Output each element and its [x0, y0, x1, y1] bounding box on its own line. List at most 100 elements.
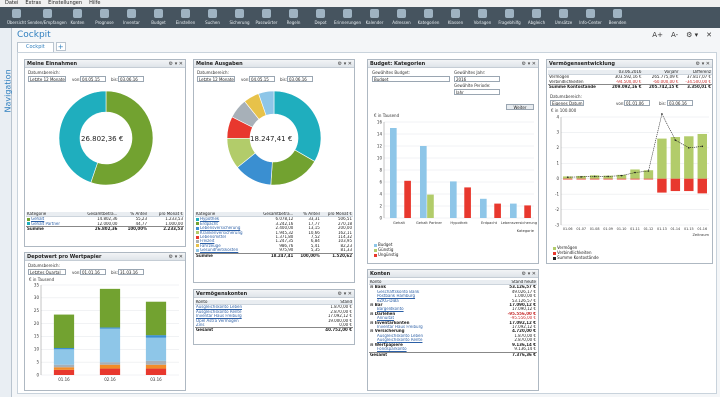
y-tick-label: 35 — [34, 282, 40, 287]
sum-value: 7.376,36 € — [477, 351, 537, 357]
toolbar-sync-button[interactable]: Abgleich — [523, 7, 550, 28]
toolbar-info-center-button[interactable]: Info-Center — [577, 7, 604, 28]
toolbar-depot-button[interactable]: Depot — [307, 7, 334, 28]
toolbar-rules-button[interactable]: Regeln — [280, 7, 307, 28]
font-smaller-button[interactable]: A- — [671, 31, 678, 39]
sum-label: Gesamt — [369, 351, 478, 357]
menu-extras[interactable]: Extras — [25, 0, 41, 7]
category-name[interactable]: Freizeit — [200, 239, 214, 243]
from-date-input[interactable]: 04.05.15 — [80, 76, 106, 82]
menu-einstellungen[interactable]: Einstellungen — [48, 0, 82, 7]
toolbar-templates-button[interactable]: Vorlagen — [469, 7, 496, 28]
toolbar-search-button[interactable]: Suchen — [199, 7, 226, 28]
toolbar-label: Umsätze — [554, 20, 573, 25]
toolbar-question-button[interactable]: Fragebhilfg — [496, 7, 523, 28]
y-tick-label: 3 — [556, 130, 559, 135]
toolbar-forecast-button[interactable]: Prognose — [91, 7, 118, 28]
font-larger-button[interactable]: A+ — [652, 31, 663, 39]
category-name[interactable]: Hypothek — [200, 217, 219, 222]
from-date-input[interactable]: 04.05.15 — [249, 76, 275, 82]
range-select[interactable]: Eigenes Datum — [550, 100, 584, 106]
y-tick-label: 10 — [34, 347, 40, 352]
toolbar-categories-button[interactable]: Kategorien — [415, 7, 442, 28]
toolbar-label: Inventar — [123, 20, 140, 25]
panel-controls[interactable]: ⚙ ▾ ✕ — [169, 253, 183, 261]
line-point — [580, 176, 582, 178]
sum-per-month: 2.233,53 — [148, 226, 184, 232]
vermoegenskonten-table: Konto Stand Ausgleichskonto Leben 1.870,00 … — [195, 300, 353, 333]
range-select[interactable]: Letzte 12 Monate — [28, 76, 66, 82]
panel-title: Konten — [370, 271, 391, 277]
toolbar-password-button[interactable]: Passwörter — [253, 7, 280, 28]
add-tab-button[interactable]: + — [55, 42, 66, 51]
close-button[interactable]: ✕ — [706, 31, 712, 39]
year-select[interactable]: 2016 — [454, 76, 500, 82]
panel-header: Meine Ausgaben ⚙ ▾ ✕ — [194, 60, 354, 68]
toolbar-calendar-button[interactable]: Kalender — [361, 7, 388, 28]
toolbar-settings-button[interactable]: Einstellen — [172, 7, 199, 28]
legend-item: Ungünstig — [374, 252, 398, 257]
tab-cockpit[interactable]: Cockpit — [17, 42, 54, 52]
panel-controls[interactable]: ⚙ ▾ ✕ — [338, 290, 352, 298]
panel-controls[interactable]: ⚙ ▾ ✕ — [696, 60, 710, 68]
toolbar-reminders-button[interactable]: Erinnerungen — [334, 7, 361, 28]
menu-hilfe[interactable]: Hilfe — [89, 0, 100, 7]
to-date-input[interactable]: 03.06.16 — [667, 100, 693, 106]
category-name[interactable]: Krankenversicherung — [200, 231, 243, 235]
y-tick-label: 20 — [34, 321, 40, 326]
period-select[interactable]: Jahr — [454, 89, 500, 95]
panel-controls[interactable]: ⚙ ▾ ✕ — [338, 60, 352, 68]
stacked-bar-segment — [99, 327, 121, 329]
rules-icon — [289, 9, 298, 18]
settings-menu-button[interactable]: ⚙ ▾ — [686, 31, 698, 39]
y-tick-label: 16 — [377, 119, 383, 124]
bar — [427, 194, 434, 218]
toolbar-backup-button[interactable]: Sicherung — [226, 7, 253, 28]
category-name[interactable]: Erdpacht — [200, 222, 218, 226]
panel-ausgaben: Meine Ausgaben ⚙ ▾ ✕ Datumsbereich: Letzt… — [193, 59, 355, 283]
range-select[interactable]: Letzte 12 Monate — [197, 76, 235, 82]
category-name[interactable]: Fahrzeuge — [200, 244, 221, 248]
sum-percent: 100,00% — [118, 226, 149, 232]
toolbar-budget-button[interactable]: Budget — [145, 7, 172, 28]
category-name[interactable]: Lebensversicherung — [200, 226, 240, 230]
to-date-input[interactable]: 03.06.16 — [287, 76, 313, 82]
from-date-input[interactable]: 01.01.06 — [624, 100, 650, 106]
sum-label: Summe Kontostände — [548, 84, 606, 90]
toolbar-inventory-button[interactable]: Inventar — [118, 7, 145, 28]
vermoegen-bar-chart: -3-2-10123401.06 01.07 01.08 01.09 01.10 01.1… — [555, 113, 709, 237]
panel-controls[interactable]: ⚙ ▾ ✕ — [522, 270, 536, 278]
toolbar-sales-tax-button[interactable]: Umsätze — [550, 7, 577, 28]
menubar: Datei Extras Einstellungen Hilfe — [0, 0, 720, 7]
toolbar-accounts-button[interactable]: Konten — [64, 7, 91, 28]
toolbar-classes-button[interactable]: Klassen — [442, 7, 469, 28]
budget-select[interactable]: Budget — [372, 76, 450, 82]
panel-controls[interactable]: ⚙ ▾ ✕ — [169, 60, 183, 68]
category-name[interactable]: Gehalt Partner — [31, 222, 60, 226]
from-date-input[interactable]: 01.01.16 — [80, 269, 106, 275]
category-name[interactable]: Gesundheitskosten — [200, 248, 238, 252]
continue-button[interactable]: Weiter — [506, 104, 534, 110]
stacked-bar-segment — [53, 369, 75, 375]
inventory-icon — [127, 9, 136, 18]
overview-icon — [12, 9, 21, 18]
to-date-input[interactable]: 31.03.16 — [118, 269, 144, 275]
calendar-icon — [370, 9, 379, 18]
navigation-sidebar[interactable]: Navigation — [0, 28, 13, 397]
panel-controls[interactable]: ⚙ ▾ ✕ — [522, 60, 536, 68]
category-name[interactable]: Lebensmittel — [200, 235, 226, 239]
toolbar-exit-button[interactable]: Beenden — [604, 7, 631, 28]
donut-slice — [273, 90, 322, 162]
toolbar-send-receive-button[interactable]: Senden/Empfangen — [27, 7, 67, 28]
to-label: bis: — [659, 101, 667, 106]
range-select[interactable]: Letztes Quartal — [28, 269, 66, 275]
toolbar-addresses-button[interactable]: Adressen — [388, 7, 415, 28]
sum-label: Gesamt — [195, 327, 294, 333]
toolbar-label: Übersicht — [6, 20, 27, 25]
menu-datei[interactable]: Datei — [5, 0, 18, 7]
toolbar-overview-button[interactable]: Übersicht — [3, 7, 30, 28]
sum-value: 3.350,01 € — [679, 84, 712, 90]
category-name[interactable]: Gehalt — [31, 217, 44, 222]
y-tick-label: 2 — [379, 203, 382, 208]
to-date-input[interactable]: 03.06.16 — [118, 76, 144, 82]
